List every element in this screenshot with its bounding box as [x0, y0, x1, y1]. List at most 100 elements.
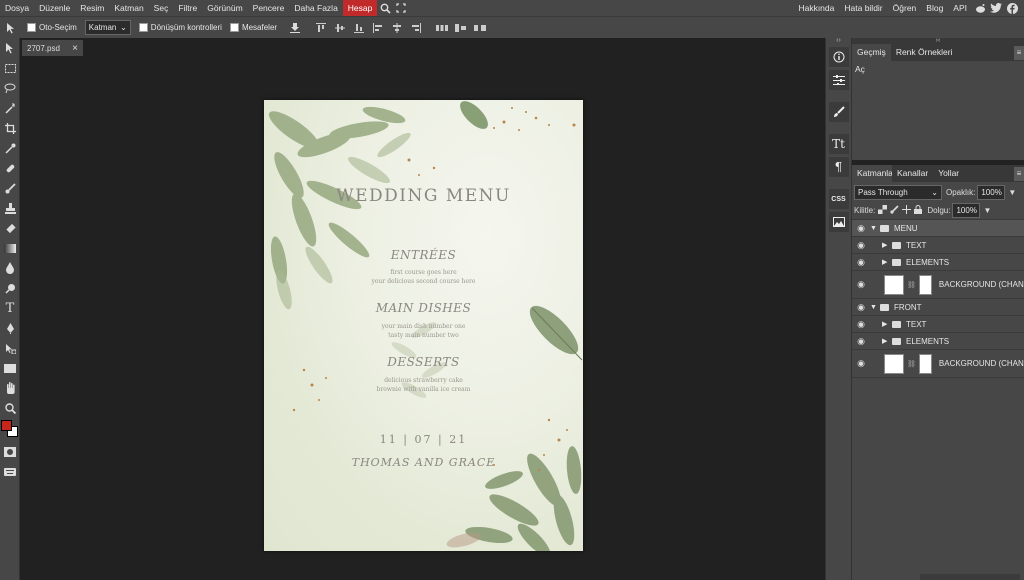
visibility-eye-icon[interactable]: ◉ — [852, 358, 870, 369]
blur-tool-icon[interactable] — [0, 258, 20, 278]
distances-toggle[interactable]: Mesafeler — [229, 23, 277, 32]
css-icon[interactable]: CSS — [828, 189, 849, 209]
reddit-icon[interactable] — [972, 0, 988, 16]
transform-controls-toggle[interactable]: Dönüşüm kontrolleri — [138, 23, 222, 32]
auto-select-checkbox[interactable] — [27, 23, 36, 32]
visibility-eye-icon[interactable]: ◉ — [852, 319, 870, 330]
expand-arrow-icon[interactable]: ▼ — [870, 225, 880, 232]
lock-position-icon[interactable] — [902, 205, 912, 216]
search-icon[interactable] — [377, 0, 393, 16]
foreground-color-swatch[interactable] — [1, 420, 12, 431]
align-bottom-icon[interactable] — [351, 20, 367, 36]
blend-mode-dropdown[interactable]: Pass Through ⌄ — [854, 184, 942, 200]
tab-history[interactable]: Geçmiş — [852, 44, 891, 61]
layer-row-background[interactable]: ◉ ⛓ BACKGROUND (CHAN — [852, 350, 1024, 378]
expand-arrow-icon[interactable]: ▼ — [870, 304, 880, 311]
align-right-icon[interactable] — [408, 20, 424, 36]
type-tool-icon[interactable]: T — [0, 298, 20, 318]
link-hata-bildir[interactable]: Hata bildir — [839, 0, 887, 16]
layer-row-text[interactable]: ◉ ▶ TEXT — [852, 237, 1024, 254]
collapse-arrow-icon[interactable]: ▶ — [882, 258, 892, 266]
healing-brush-tool-icon[interactable] — [0, 158, 20, 178]
tab-swatches[interactable]: Renk Örnekleri — [891, 44, 958, 61]
tab-channels[interactable]: Kanallar — [892, 165, 933, 182]
distances-checkbox[interactable] — [229, 23, 239, 32]
gradient-tool-icon[interactable] — [0, 238, 20, 258]
distribute-v-icon[interactable] — [453, 20, 469, 36]
eyedropper-tool-icon[interactable] — [0, 138, 20, 158]
image-icon[interactable] — [828, 212, 849, 232]
menu-pencere[interactable]: Pencere — [248, 0, 290, 16]
menu-filtre[interactable]: Filtre — [173, 0, 202, 16]
layer-row-elements[interactable]: ◉ ▶ ELEMENTS — [852, 333, 1024, 350]
visibility-eye-icon[interactable]: ◉ — [852, 240, 870, 251]
layer-row-text[interactable]: ◉ ▶ TEXT — [852, 316, 1024, 333]
menu-dosya[interactable]: Dosya — [0, 0, 34, 16]
document-canvas[interactable]: WEDDING MENU ENTRÉES first course goes h… — [264, 100, 583, 551]
panel-menu-icon[interactable]: ≡ — [1014, 45, 1024, 60]
move-tool-icon[interactable] — [0, 38, 20, 58]
eraser-tool-icon[interactable] — [0, 218, 20, 238]
magic-wand-tool-icon[interactable] — [0, 98, 20, 118]
quick-mask-icon[interactable] — [0, 442, 20, 462]
chevron-down-icon[interactable]: ▼ — [1008, 188, 1016, 197]
pen-tool-icon[interactable] — [0, 318, 20, 338]
menu-daha-fazla[interactable]: Daha Fazla — [289, 0, 342, 16]
dodge-tool-icon[interactable] — [0, 278, 20, 298]
keyboard-icon[interactable] — [0, 462, 20, 482]
zoom-tool-icon[interactable] — [0, 398, 20, 418]
link-api[interactable]: API — [948, 0, 972, 16]
lock-all-icon[interactable] — [914, 205, 923, 216]
lock-pixels-icon[interactable] — [890, 205, 899, 216]
menu-duzenle[interactable]: Düzenle — [34, 0, 75, 16]
paragraph-icon[interactable]: ¶ — [828, 157, 849, 177]
collapse-arrows-icon[interactable]: ‹› — [826, 37, 851, 44]
history-item[interactable]: Aç — [852, 61, 1024, 77]
menu-katman[interactable]: Katman — [109, 0, 148, 16]
info-icon[interactable] — [828, 47, 849, 67]
brush-settings-icon[interactable] — [828, 102, 849, 122]
crop-tool-icon[interactable] — [0, 118, 20, 138]
visibility-eye-icon[interactable]: ◉ — [852, 223, 870, 234]
fullscreen-icon[interactable] — [393, 0, 409, 16]
tab-layers[interactable]: Katmanlar — [852, 165, 892, 182]
link-blog[interactable]: Blog — [921, 0, 948, 16]
collapse-arrow-icon[interactable]: ▶ — [882, 241, 892, 249]
auto-select-toggle[interactable]: Oto-Seçim — [27, 23, 77, 32]
brush-tool-icon[interactable] — [0, 178, 20, 198]
download-icon[interactable] — [287, 20, 303, 36]
menu-resim[interactable]: Resim — [75, 0, 109, 16]
layer-row-elements[interactable]: ◉ ▶ ELEMENTS — [852, 254, 1024, 271]
align-center-icon[interactable] — [389, 20, 405, 36]
link-ogren[interactable]: Öğren — [888, 0, 922, 16]
clone-stamp-tool-icon[interactable] — [0, 198, 20, 218]
lock-transparency-icon[interactable] — [878, 205, 888, 216]
distribute-spacing-icon[interactable] — [472, 20, 488, 36]
chevron-down-icon[interactable]: ▼ — [983, 206, 991, 215]
tab-paths[interactable]: Yollar — [933, 165, 964, 182]
close-icon[interactable]: × — [72, 43, 78, 54]
hand-tool-icon[interactable] — [0, 378, 20, 398]
visibility-eye-icon[interactable]: ◉ — [852, 336, 870, 347]
align-top-icon[interactable] — [313, 20, 329, 36]
align-left-icon[interactable] — [370, 20, 386, 36]
collapse-arrow-icon[interactable]: ▶ — [882, 320, 892, 328]
path-select-tool-icon[interactable] — [0, 338, 20, 358]
menu-hesap[interactable]: Hesap — [342, 0, 378, 16]
twitter-icon[interactable] — [988, 0, 1004, 16]
layer-row-menu[interactable]: ◉ ▼ MENU — [852, 220, 1024, 237]
align-middle-icon[interactable] — [332, 20, 348, 36]
link-hakkinda[interactable]: Hakkında — [793, 0, 839, 16]
character-icon[interactable]: Tt — [828, 134, 849, 154]
marquee-tool-icon[interactable] — [0, 58, 20, 78]
menu-sec[interactable]: Seç — [149, 0, 174, 16]
lasso-tool-icon[interactable] — [0, 78, 20, 98]
collapse-arrow-icon[interactable]: ▶ — [882, 337, 892, 345]
fill-input[interactable]: 100% — [952, 203, 981, 218]
document-tab[interactable]: 2707.psd × — [22, 40, 83, 56]
auto-select-dropdown[interactable]: Katman ⌄ — [84, 20, 131, 35]
facebook-icon[interactable] — [1004, 0, 1020, 16]
layer-row-front[interactable]: ◉ ▼ FRONT — [852, 299, 1024, 316]
visibility-eye-icon[interactable]: ◉ — [852, 257, 870, 268]
shape-tool-icon[interactable] — [0, 358, 20, 378]
